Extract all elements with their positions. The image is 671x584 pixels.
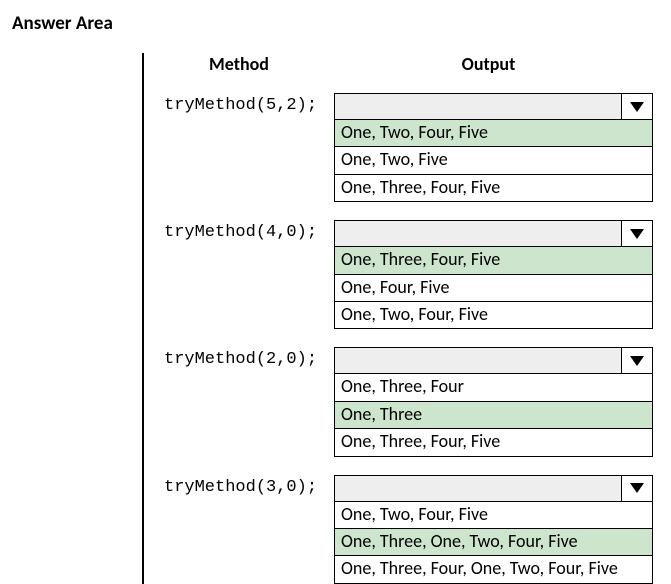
chevron-down-icon[interactable]	[621, 221, 652, 246]
header-method: Method	[144, 53, 324, 75]
header-row: Method Output	[144, 53, 653, 75]
chevron-down-icon[interactable]	[621, 476, 652, 501]
method-label: tryMethod(5,2);	[144, 93, 334, 115]
output-dropdown[interactable]	[334, 220, 653, 247]
output-dropdown[interactable]	[334, 347, 653, 374]
method-label: tryMethod(4,0);	[144, 220, 334, 242]
answer-row: tryMethod(2,0); One, Three, Four One, Th…	[144, 347, 653, 456]
method-label: tryMethod(2,0);	[144, 347, 334, 369]
dropdown-option[interactable]: One, Two, Four, Five	[334, 502, 653, 529]
dropdown-option[interactable]: One, Two, Four, Five	[334, 120, 653, 147]
method-label: tryMethod(3,0);	[144, 475, 334, 497]
output-cell: One, Three, Four, Five One, Four, Five O…	[334, 220, 653, 329]
dropdown-option[interactable]: One, Four, Five	[334, 275, 653, 302]
output-cell: One, Three, Four One, Three One, Three, …	[334, 347, 653, 456]
dropdown-option[interactable]: One, Three, Four, Five	[334, 247, 653, 274]
dropdown-option[interactable]: One, Two, Four, Five	[334, 302, 653, 329]
dropdown-value	[335, 221, 621, 246]
dropdown-option[interactable]: One, Two, Five	[334, 147, 653, 174]
output-dropdown[interactable]	[334, 475, 653, 502]
dropdown-option[interactable]: One, Three, Four	[334, 374, 653, 401]
dropdown-value	[335, 348, 621, 373]
chevron-down-icon[interactable]	[621, 94, 652, 119]
dropdown-value	[335, 476, 621, 501]
dropdown-value	[335, 94, 621, 119]
output-dropdown[interactable]	[334, 93, 653, 120]
page-title: Answer Area	[12, 12, 671, 35]
content-area: Method Output tryMethod(5,2); One, Two, …	[12, 53, 671, 584]
dropdown-option[interactable]: One, Three	[334, 402, 653, 429]
dropdown-option[interactable]: One, Three, Four, One, Two, Four, Five	[334, 556, 653, 583]
header-output: Output	[324, 53, 653, 75]
answer-row: tryMethod(5,2); One, Two, Four, Five One…	[144, 93, 653, 202]
dropdown-option[interactable]: One, Three, Four, Five	[334, 429, 653, 456]
answer-grid: Method Output tryMethod(5,2); One, Two, …	[144, 53, 671, 584]
answer-row: tryMethod(4,0); One, Three, Four, Five O…	[144, 220, 653, 329]
output-cell: One, Two, Four, Five One, Two, Five One,…	[334, 93, 653, 202]
answer-row: tryMethod(3,0); One, Two, Four, Five One…	[144, 475, 653, 584]
dropdown-option[interactable]: One, Three, Four, Five	[334, 175, 653, 202]
output-cell: One, Two, Four, Five One, Three, One, Tw…	[334, 475, 653, 584]
chevron-down-icon[interactable]	[621, 348, 652, 373]
dropdown-option[interactable]: One, Three, One, Two, Four, Five	[334, 529, 653, 556]
